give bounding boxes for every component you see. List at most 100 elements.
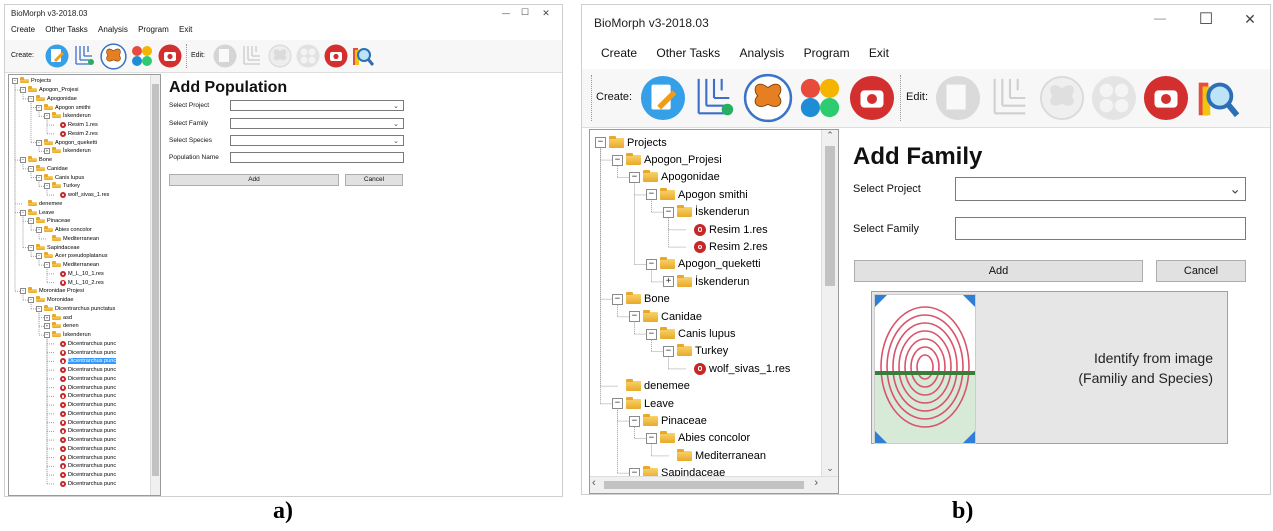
tree-folder-item[interactable]: + İskenderun	[44, 147, 91, 156]
create-project-pencil-icon[interactable]	[44, 43, 70, 69]
collapse-icon[interactable]: −	[646, 258, 657, 270]
tree-file-item[interactable]: Dicentrarchus punc	[52, 445, 116, 454]
family-tree-icon[interactable]	[690, 74, 738, 122]
scroll-down-arrow-icon[interactable]: ⌄	[822, 463, 838, 477]
tree-folder-item[interactable]: − Canis lupus	[36, 173, 84, 182]
collapse-icon[interactable]: −	[629, 415, 640, 427]
camera-icon[interactable]	[157, 43, 183, 69]
tree-file-item[interactable]: Dicentrarchus punc	[52, 366, 116, 375]
tree-folder-item[interactable]: − Turkey	[663, 343, 728, 360]
tree-vertical-scrollbar[interactable]	[150, 75, 160, 495]
expand-icon[interactable]: +	[44, 323, 50, 330]
collapse-icon[interactable]: −	[44, 183, 50, 190]
scroll-left-arrow-icon[interactable]: ‹	[592, 477, 596, 489]
tree-file-item[interactable]: Dicentrarchus punc	[52, 375, 116, 384]
tree-folder-item[interactable]: − Bone	[20, 156, 52, 165]
tree-folder-item[interactable]: denemee	[612, 378, 690, 395]
tree-folder-item[interactable]: + asd	[44, 313, 72, 322]
tree-folder-item[interactable]: + İskenderun	[663, 273, 749, 290]
collapse-icon[interactable]: −	[28, 297, 34, 304]
tree-file-item[interactable]: Resim 1.res	[52, 121, 98, 130]
tree-folder-item[interactable]: − Apogon_queketti	[36, 138, 97, 147]
tree-folder-item[interactable]: − Acer pseudoplatanus	[36, 252, 108, 261]
collapse-icon[interactable]: −	[36, 139, 42, 146]
menu-exit[interactable]: Exit	[869, 46, 889, 60]
collapse-icon[interactable]: −	[36, 253, 42, 260]
tree-folder-item[interactable]: + denen	[44, 322, 79, 331]
tree-file-item[interactable]: Dicentrarchus punc	[52, 383, 116, 392]
minimize-button[interactable]: —	[1148, 11, 1172, 25]
collapse-icon[interactable]: −	[612, 398, 623, 410]
tree-folder-item[interactable]: − Abies concolor	[646, 430, 750, 447]
tree-folder-item[interactable]: − Moronidae Projesi	[20, 287, 84, 296]
menu-exit[interactable]: Exit	[179, 25, 192, 34]
tree-folder-item[interactable]: − Moronidae	[28, 296, 73, 305]
add-button[interactable]: Add	[169, 174, 339, 186]
tree-folder-item[interactable]: − Apogonidae	[28, 94, 77, 104]
tree-file-item[interactable]: Dicentrarchus punc	[52, 453, 116, 462]
tree-folder-item[interactable]: − Projects	[595, 134, 667, 151]
close-button[interactable]: ✕	[538, 8, 554, 19]
select-project-dropdown[interactable]: ⌄	[230, 100, 404, 111]
scroll-right-arrow-icon[interactable]: ›	[814, 477, 818, 489]
tree-folder-item[interactable]: − Apogon smithi	[36, 103, 90, 112]
collapse-icon[interactable]: −	[20, 209, 26, 216]
tree-folder-item[interactable]: − Apogon_Projesi	[20, 86, 79, 95]
tree-file-item[interactable]: Resim 2.res	[52, 130, 98, 139]
tree-folder-item[interactable]: − Apogon smithi	[646, 186, 748, 203]
tree-file-item[interactable]: wolf_sivas_1.res	[52, 191, 109, 200]
tree-file-item[interactable]: Dicentrarchus punc	[52, 348, 116, 357]
tree-file-item[interactable]: Dicentrarchus punc	[52, 480, 116, 489]
cancel-button[interactable]: Cancel	[345, 174, 403, 186]
collapse-icon[interactable]: −	[36, 174, 42, 181]
menu-analysis[interactable]: Analysis	[740, 46, 785, 60]
collapse-icon[interactable]: −	[28, 218, 34, 225]
tree-folder-item[interactable]: − Canidae	[28, 164, 68, 174]
butterfly-species-icon[interactable]	[99, 42, 127, 70]
expand-icon[interactable]: +	[663, 276, 674, 288]
collapse-icon[interactable]: −	[36, 305, 42, 312]
tree-folder-item[interactable]: − Apogon_Projesi	[612, 151, 722, 168]
edit-camera-icon[interactable]	[323, 43, 349, 69]
select-species-dropdown[interactable]: ⌄	[230, 135, 404, 146]
cancel-button[interactable]: Cancel	[1156, 260, 1246, 282]
collapse-icon[interactable]: −	[44, 113, 50, 120]
tree-file-item[interactable]: Dicentrarchus punc	[52, 401, 116, 410]
tree-file-item[interactable]: Dicentrarchus punc	[52, 357, 117, 366]
collapse-icon[interactable]: −	[20, 87, 26, 94]
tree-file-item[interactable]: M_L_10_2.res	[52, 278, 104, 287]
search-magnifier-icon[interactable]	[1192, 74, 1240, 122]
collapse-icon[interactable]: −	[646, 189, 657, 201]
menu-program[interactable]: Program	[804, 46, 850, 60]
tree-folder-item[interactable]: − Projects	[12, 77, 51, 86]
select-project-dropdown[interactable]: ⌄	[955, 177, 1246, 201]
select-family-input[interactable]	[955, 217, 1246, 240]
tree-folder-item[interactable]: − Pinaceae	[28, 217, 70, 226]
tree-folder-item[interactable]: − Mediterranean	[44, 261, 99, 270]
tree-folder-item[interactable]: − Canis lupus	[646, 325, 735, 342]
tree-folder-item[interactable]: − Apogon_queketti	[646, 256, 761, 273]
collapse-icon[interactable]: −	[12, 78, 18, 85]
tree-folder-item[interactable]: Mediterranean	[663, 447, 766, 464]
collapse-icon[interactable]: −	[663, 345, 674, 357]
tree-file-item[interactable]: Dicentrarchus punc	[52, 392, 116, 401]
minimize-button[interactable]: —	[498, 9, 514, 18]
tree-file-item[interactable]: Dicentrarchus punc	[52, 462, 116, 471]
menu-create[interactable]: Create	[601, 46, 637, 60]
tree-hscroll-thumb[interactable]	[604, 481, 804, 489]
collapse-icon[interactable]: −	[36, 104, 42, 111]
collapse-icon[interactable]: −	[629, 171, 640, 183]
tree-file-item[interactable]: Dicentrarchus punc	[52, 471, 116, 480]
population-name-input[interactable]	[230, 152, 404, 163]
collapse-icon[interactable]: −	[44, 332, 50, 339]
collapse-icon[interactable]: −	[646, 328, 657, 340]
tree-folder-item[interactable]: − İskenderun	[44, 331, 91, 340]
collapse-icon[interactable]: −	[44, 262, 50, 269]
tree-folder-item[interactable]: − İskenderun	[663, 204, 749, 221]
expand-icon[interactable]: +	[44, 148, 50, 155]
collapse-icon[interactable]: −	[612, 154, 623, 166]
tree-vertical-scrollbar[interactable]: ⌃ ⌄	[821, 130, 838, 477]
collapse-icon[interactable]: −	[612, 293, 623, 305]
tree-file-item[interactable]: Resim 1.res	[680, 221, 768, 238]
identify-from-image-button[interactable]: Identify from image (Familiy and Species…	[871, 291, 1228, 444]
